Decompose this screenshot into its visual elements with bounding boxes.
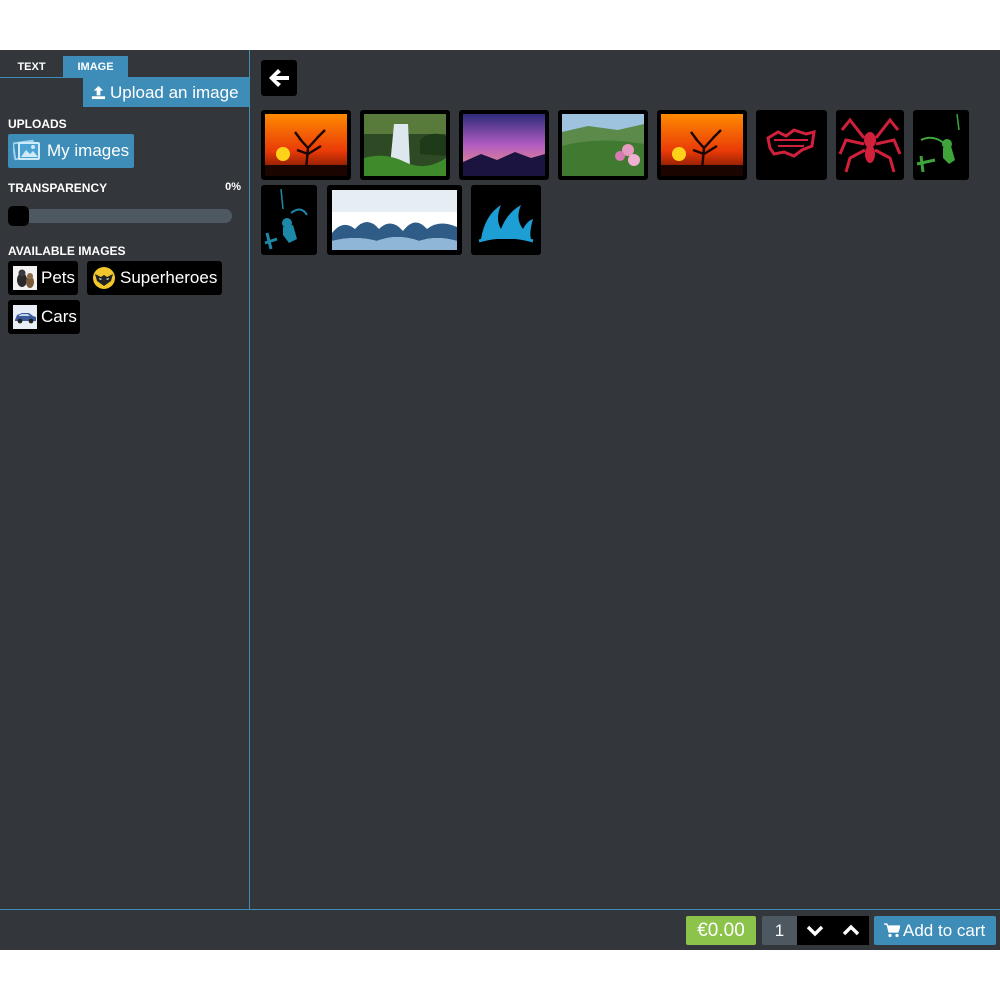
uploads-heading: UPLOADS xyxy=(8,117,67,131)
add-to-cart-button[interactable]: Add to cart xyxy=(874,916,996,945)
category-label: Cars xyxy=(41,307,77,326)
available-images-heading: AVAILABLE IMAGES xyxy=(8,244,126,258)
tab-text[interactable]: TEXT xyxy=(0,56,63,78)
image-gallery xyxy=(251,50,1000,909)
category-superheroes-button[interactable]: Superheroes xyxy=(87,261,222,295)
add-to-cart-label: Add to cart xyxy=(903,921,986,940)
price-badge: €0.00 xyxy=(686,916,756,945)
red-spider-image[interactable] xyxy=(836,110,904,180)
category-cars-button[interactable]: Cars xyxy=(8,300,80,334)
upload-icon xyxy=(91,85,106,100)
chevron-up-icon xyxy=(842,924,860,936)
upload-image-label: Upload an image xyxy=(110,83,239,102)
cart-icon xyxy=(884,923,901,938)
tab-image[interactable]: IMAGE xyxy=(63,56,128,78)
category-label: Superheroes xyxy=(120,268,218,287)
transparency-value: 0% xyxy=(225,181,241,193)
sidebar: TEXT IMAGE Upload an image UPLOADS My im… xyxy=(0,50,250,909)
green-kitesurfer-image[interactable] xyxy=(913,110,969,180)
waves-image[interactable] xyxy=(327,185,462,255)
blue-kitesurfer-image[interactable] xyxy=(261,185,317,255)
chevron-down-icon xyxy=(806,925,824,937)
slider-handle[interactable] xyxy=(8,206,29,226)
green-valley-image[interactable] xyxy=(558,110,648,180)
quantity-increase-button[interactable] xyxy=(833,916,869,945)
my-images-button[interactable]: My images xyxy=(8,134,134,168)
tab-bar: TEXT IMAGE xyxy=(0,56,250,78)
waterfall-image[interactable] xyxy=(360,110,450,180)
arrow-left-icon xyxy=(269,69,289,87)
quantity-decrease-button[interactable] xyxy=(797,916,833,945)
upload-image-button[interactable]: Upload an image xyxy=(83,78,250,107)
superheroes-thumbnail xyxy=(93,267,115,289)
transparency-slider[interactable] xyxy=(8,206,232,226)
sunset-tree-image-2[interactable] xyxy=(657,110,747,180)
category-pets-button[interactable]: Pets xyxy=(8,261,78,295)
category-label: Pets xyxy=(41,268,76,287)
pets-thumbnail xyxy=(13,266,37,290)
red-graffiti-image[interactable] xyxy=(756,110,827,180)
transparency-heading: TRANSPARENCY xyxy=(8,181,108,195)
sunset-tree-image[interactable] xyxy=(261,110,351,180)
blue-wave-image[interactable] xyxy=(471,185,541,255)
photos-icon xyxy=(12,139,40,161)
purple-sky-image[interactable] xyxy=(459,110,549,180)
cars-thumbnail xyxy=(13,305,37,329)
my-images-label: My images xyxy=(47,141,130,160)
product-customizer: TEXT IMAGE Upload an image UPLOADS My im… xyxy=(0,50,1000,950)
back-button[interactable] xyxy=(261,60,297,96)
cart-bar: €0.00 1 Add to cart xyxy=(0,909,1000,950)
quantity-value[interactable]: 1 xyxy=(762,916,797,945)
